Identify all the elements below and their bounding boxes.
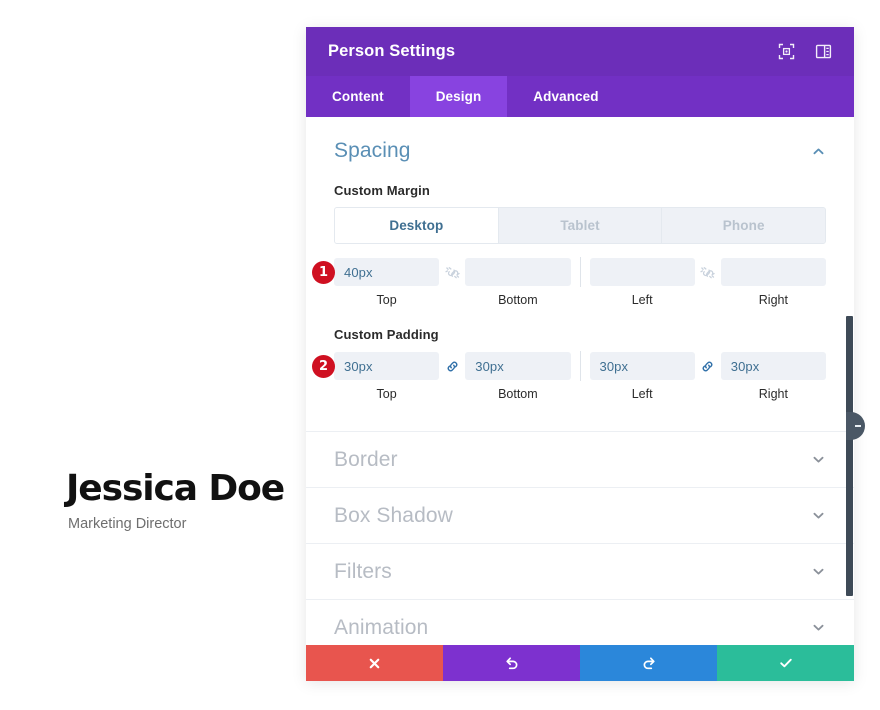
chevron-up-icon[interactable] (811, 144, 826, 159)
modal-tabs: Content Design Advanced (306, 76, 854, 117)
handle-grip-icon (854, 425, 861, 427)
section-box-shadow[interactable]: Box Shadow (306, 487, 854, 543)
modal-header: Person Settings (306, 27, 854, 76)
section-filters[interactable]: Filters (306, 543, 854, 599)
modal-title: Person Settings (328, 42, 456, 60)
margin-bottom-input[interactable] (465, 258, 571, 286)
label-spacer (439, 387, 465, 401)
label-spacer (695, 387, 721, 401)
broken-chain-icon[interactable] (695, 265, 721, 280)
margin-left-input[interactable] (589, 258, 695, 286)
custom-margin-inputs-row: 1 40px (312, 257, 826, 287)
margin-top-label: Top (376, 293, 397, 307)
undo-button[interactable] (443, 645, 580, 681)
tab-advanced[interactable]: Advanced (507, 76, 624, 117)
label-divider-spacer (571, 387, 590, 401)
margin-right-label: Right (758, 293, 788, 307)
annotation-badge-2: 2 (312, 354, 335, 378)
custom-margin-label: Custom Margin (334, 183, 430, 198)
margin-vertical-group: 40px (334, 258, 571, 286)
section-filters-title: Filters (334, 559, 392, 583)
panel-scrollbar-rail[interactable] (846, 316, 853, 596)
margin-left-label: Left (631, 293, 653, 307)
chain-link-icon[interactable] (695, 359, 721, 374)
padding-top-input[interactable]: 30px (334, 352, 440, 380)
section-animation-title: Animation (334, 615, 429, 639)
margin-horizontal-labels: Left Right (590, 293, 827, 307)
chevron-down-icon[interactable] (811, 452, 826, 467)
save-button[interactable] (717, 645, 854, 681)
layout-toggle-icon[interactable] (815, 43, 832, 60)
redo-button[interactable] (580, 645, 717, 681)
label-spacer (439, 293, 465, 307)
device-btn-phone[interactable]: Phone (662, 208, 825, 243)
person-name: Jessica Doe (66, 468, 285, 509)
padding-bottom-input[interactable]: 30px (465, 352, 571, 380)
margin-horizontal-group (589, 258, 826, 286)
device-toggle-margin: Desktop Tablet Phone (334, 207, 826, 244)
section-animation[interactable]: Animation (306, 599, 854, 645)
tab-design[interactable]: Design (409, 76, 508, 117)
modal-action-bar (306, 645, 854, 681)
padding-group-divider (579, 351, 581, 381)
margin-right-input[interactable] (720, 258, 826, 286)
person-settings-modal: Person Settings Content Design Advanced … (306, 27, 854, 681)
annotation-badge-1: 1 (312, 260, 335, 284)
section-border-title: Border (334, 447, 398, 471)
person-role: Marketing Director (68, 516, 187, 532)
screenshot-root: Jessica Doe Marketing Director Person Se… (0, 0, 880, 710)
padding-vertical-group: 30px 30px (334, 352, 571, 380)
margin-bottom-label: Bottom (498, 293, 538, 307)
padding-horizontal-group: 30px 30px (589, 352, 826, 380)
section-spacing: Spacing Custom Margin Desktop Tablet Pho… (306, 117, 854, 401)
section-box-shadow-title: Box Shadow (334, 503, 453, 527)
chain-link-icon[interactable] (439, 359, 465, 374)
padding-right-input[interactable]: 30px (720, 352, 826, 380)
section-spacing-title: Spacing (334, 139, 411, 162)
custom-padding-labels-row: Top Bottom Left Right (334, 387, 826, 401)
fullscreen-icon[interactable] (778, 43, 795, 60)
label-divider-spacer (571, 293, 590, 307)
padding-left-label: Left (631, 387, 653, 401)
margin-group-divider (579, 257, 581, 287)
device-btn-tablet[interactable]: Tablet (498, 208, 663, 243)
modal-header-actions (778, 43, 832, 60)
margin-top-input[interactable]: 40px (334, 258, 440, 286)
chevron-down-icon[interactable] (811, 620, 826, 635)
cancel-button[interactable] (306, 645, 443, 681)
chevron-down-icon[interactable] (811, 564, 826, 579)
section-spacing-header[interactable]: Spacing (334, 139, 826, 163)
custom-padding-label: Custom Padding (334, 327, 439, 342)
modal-body: Spacing Custom Margin Desktop Tablet Pho… (306, 117, 854, 645)
custom-padding-inputs-row: 2 30px 30px 30px 30px (312, 351, 826, 381)
padding-vertical-labels: Top Bottom (334, 387, 571, 401)
padding-bottom-label: Bottom (498, 387, 538, 401)
padding-right-label: Right (758, 387, 788, 401)
margin-vertical-labels: Top Bottom (334, 293, 571, 307)
module-preview-area: Jessica Doe Marketing Director (0, 0, 306, 710)
section-border[interactable]: Border (306, 431, 854, 487)
panel-scrollbar-handle[interactable] (846, 412, 865, 440)
label-spacer (695, 293, 721, 307)
custom-margin-labels-row: Top Bottom Left Right (334, 293, 826, 307)
padding-left-input[interactable]: 30px (589, 352, 695, 380)
broken-chain-icon[interactable] (439, 265, 465, 280)
tab-content[interactable]: Content (306, 76, 410, 117)
padding-horizontal-labels: Left Right (590, 387, 827, 401)
device-btn-desktop[interactable]: Desktop (335, 208, 499, 243)
padding-top-label: Top (376, 387, 397, 401)
chevron-down-icon[interactable] (811, 508, 826, 523)
